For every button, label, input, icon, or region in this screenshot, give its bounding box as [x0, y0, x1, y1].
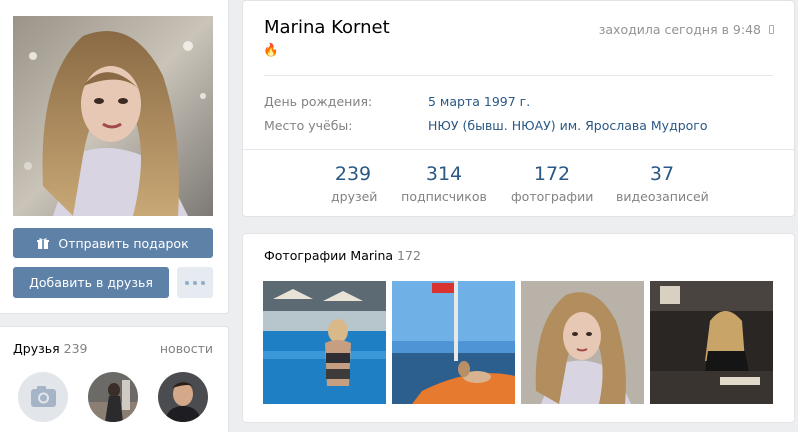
camera-icon [31, 386, 56, 407]
friends-title: Друзья [13, 341, 60, 356]
mobile-phone-icon [769, 25, 774, 34]
counter-videos-label: видеозаписей [616, 189, 709, 204]
counter-followers[interactable]: 314 подписчиков [401, 163, 487, 204]
photos-count: 172 [397, 248, 421, 263]
send-gift-button[interactable]: Отправить подарок [13, 228, 213, 258]
online-status-text: заходила сегодня в 9:48 [598, 22, 761, 37]
friends-count: 239 [63, 341, 88, 356]
counter-videos-value: 37 [649, 163, 675, 185]
counter-friends-label: друзей [331, 189, 378, 204]
education-label: Место учёбы: [264, 118, 353, 133]
photo-thumbnail[interactable] [650, 281, 773, 404]
add-friend-button[interactable]: Добавить в друзья [13, 267, 169, 298]
fire-icon: 🔥 [263, 42, 279, 57]
send-gift-label: Отправить подарок [58, 235, 189, 251]
friend-avatar[interactable] [158, 372, 208, 422]
add-friend-label: Добавить в друзья [29, 275, 153, 290]
profile-avatar-card: Отправить подарок Добавить в друзья [0, 0, 229, 314]
photos-block: Фотографии Marina 172 [242, 233, 795, 423]
friend-avatar-placeholder[interactable] [18, 372, 68, 422]
online-status: заходила сегодня в 9:48 [599, 22, 774, 37]
friends-block: Друзья 239 новости [0, 326, 229, 432]
counter-photos-label: фотографии [511, 189, 594, 204]
friends-header[interactable]: Друзья 239 [13, 341, 88, 356]
more-dots-icon [185, 280, 205, 285]
counter-followers-label: подписчиков [401, 189, 487, 204]
friend-avatar[interactable] [88, 372, 138, 422]
photos-header[interactable]: Фотографии Marina 172 [264, 248, 421, 263]
profile-name: Marina Kornet [264, 17, 390, 38]
counters-divider [243, 149, 794, 150]
birthday-label: День рождения: [264, 94, 373, 109]
photo-thumbnail[interactable] [263, 281, 386, 404]
friends-news-link[interactable]: новости [160, 341, 213, 356]
birthday-value[interactable]: 5 марта 1997 г. [428, 94, 530, 109]
photo-thumbnail[interactable] [392, 281, 515, 404]
counter-followers-value: 314 [425, 163, 463, 185]
counter-videos[interactable]: 37 видеозаписей [616, 163, 709, 204]
more-actions-button[interactable] [177, 267, 213, 298]
education-value[interactable]: НЮУ (бывш. НЮАУ) им. Ярослава Мудрого [428, 118, 708, 133]
counter-friends-value: 239 [334, 163, 372, 185]
counter-friends[interactable]: 239 друзей [331, 163, 378, 204]
header-divider [264, 75, 773, 76]
profile-info-card: Marina Kornet 🔥 заходила сегодня в 9:48 … [242, 0, 795, 217]
photo-thumbnail[interactable] [521, 281, 644, 404]
gift-icon [37, 237, 50, 249]
photos-title: Фотографии Marina [264, 248, 394, 263]
counter-photos-value: 172 [533, 163, 571, 185]
profile-photo[interactable] [13, 16, 213, 216]
counter-photos[interactable]: 172 фотографии [511, 163, 593, 204]
